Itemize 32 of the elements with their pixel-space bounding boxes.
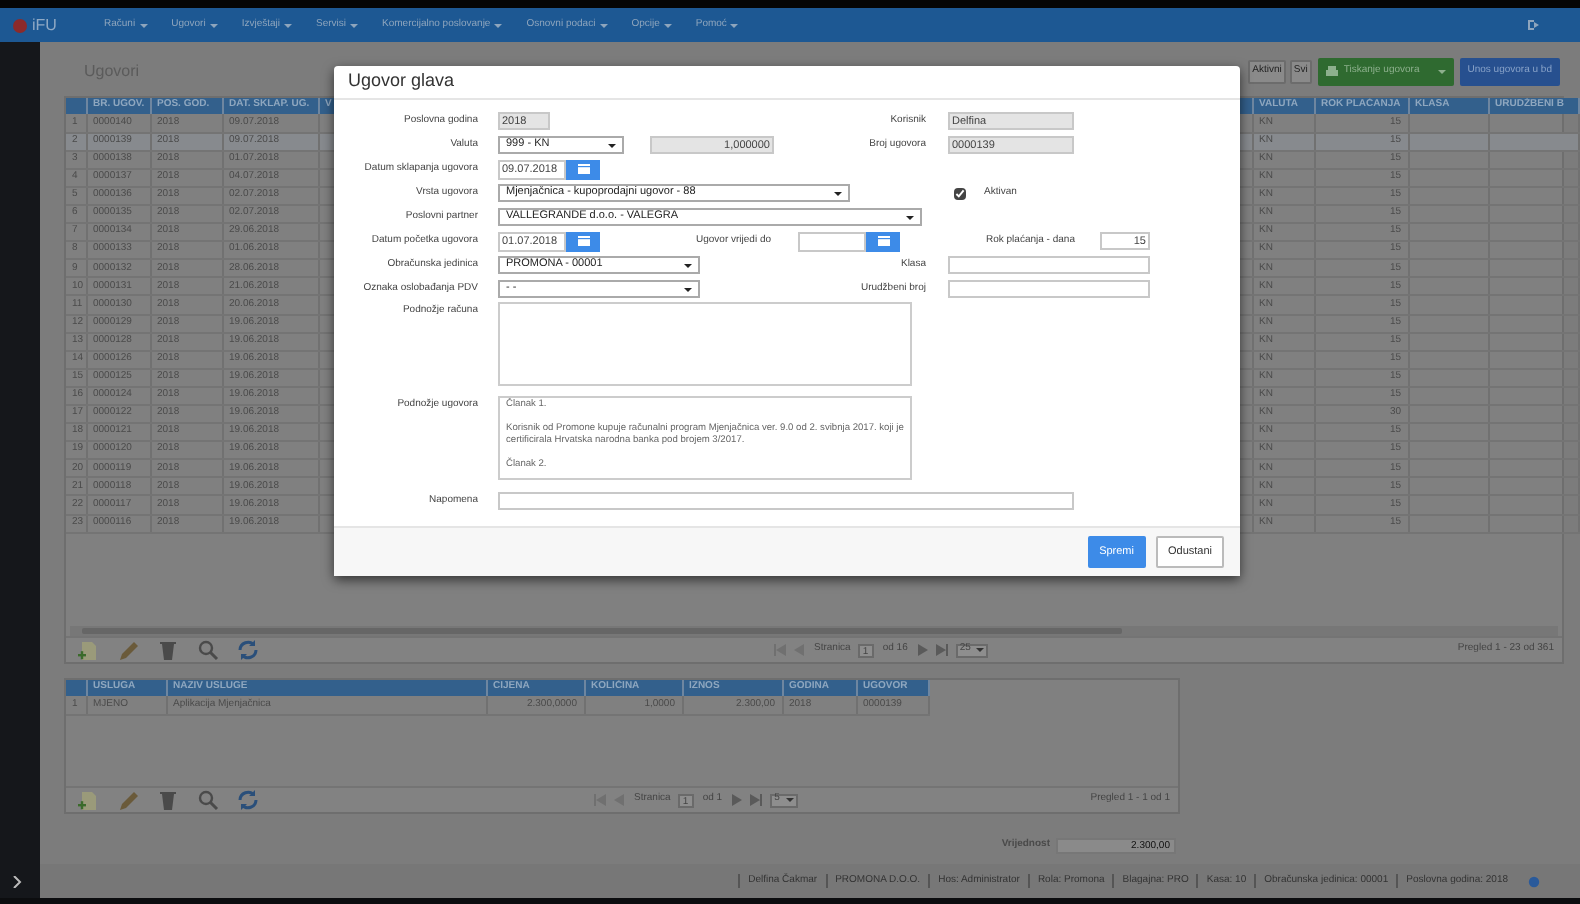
last-page-icon[interactable]: [935, 644, 948, 656]
calendar-icon: [577, 236, 589, 246]
next-page-icon[interactable]: [915, 644, 928, 656]
add-icon[interactable]: [76, 788, 100, 812]
text-area[interactable]: [498, 302, 912, 386]
logout-icon[interactable]: [1526, 18, 1540, 32]
calendar-icon: [577, 164, 589, 174]
search-icon[interactable]: [196, 638, 220, 662]
calendar-button[interactable]: [866, 231, 900, 251]
logo-text: iFU: [32, 13, 57, 37]
trash-icon[interactable]: [156, 788, 180, 812]
globe-icon[interactable]: [1528, 875, 1540, 887]
pencil-icon[interactable]: [116, 788, 140, 812]
date-field[interactable]: [798, 231, 866, 251]
dialog-title: Ugovor glava: [334, 66, 1240, 100]
input-field[interactable]: [948, 280, 1150, 298]
refresh-icon[interactable]: [236, 788, 260, 812]
add-icon[interactable]: [76, 638, 100, 662]
checkbox[interactable]: [954, 187, 966, 199]
calendar-button[interactable]: [566, 231, 600, 251]
last-page-icon[interactable]: [750, 794, 763, 806]
logo-icon: [12, 17, 28, 33]
search-icon[interactable]: [196, 788, 220, 812]
trash-icon[interactable]: [156, 638, 180, 662]
chevron-icon[interactable]: [12, 876, 22, 888]
calendar-icon: [877, 236, 889, 246]
next-page-icon[interactable]: [730, 794, 743, 806]
input-field[interactable]: [498, 492, 1074, 510]
refresh-icon[interactable]: [236, 638, 260, 662]
calendar-button[interactable]: [566, 159, 600, 179]
printer-icon: [1325, 66, 1338, 78]
input-field[interactable]: [948, 256, 1150, 274]
